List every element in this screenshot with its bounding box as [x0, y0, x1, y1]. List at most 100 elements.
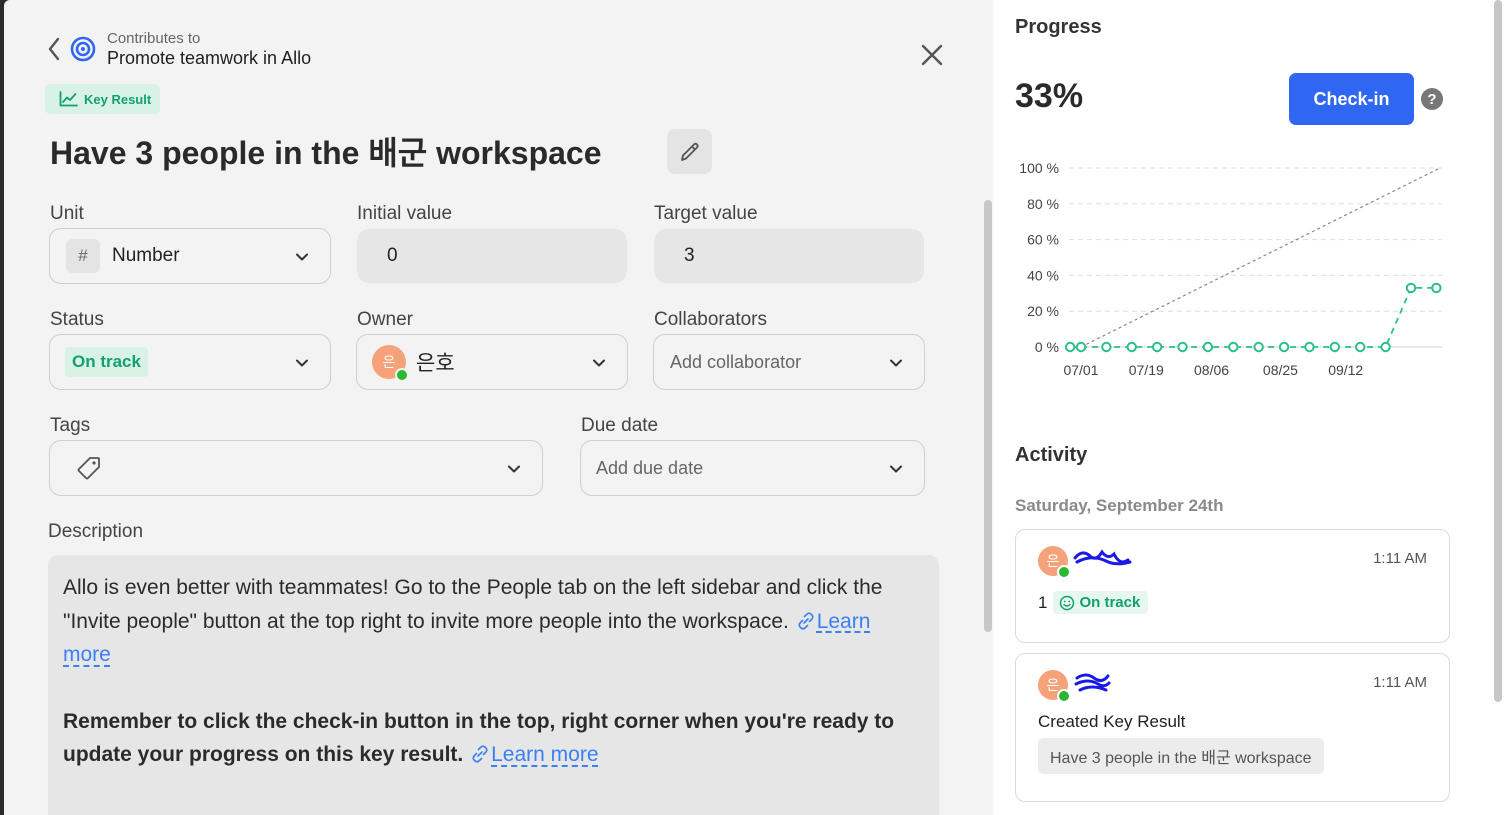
expected-progress-line [1080, 167, 1441, 348]
key-result-chip[interactable]: Have 3 people in the 배군 workspace [1038, 738, 1324, 774]
scrollbar[interactable] [1494, 0, 1502, 702]
description-paragraph: Allo is even better with teammates! Go t… [63, 571, 924, 672]
due-date-placeholder: Add due date [596, 457, 704, 478]
chevron-down-icon [890, 465, 902, 473]
breadcrumb: Contributes to Promote teamwork in Allo [44, 30, 311, 68]
status-select[interactable]: On track [49, 334, 331, 390]
y-tick-label: 60 % [1027, 232, 1059, 248]
user-avatar: 은 [1038, 546, 1071, 579]
y-tick-label: 40 % [1027, 267, 1059, 283]
data-point [1151, 341, 1163, 353]
contributes-to-label: Contributes to [107, 30, 201, 47]
scrollbar[interactable] [984, 200, 992, 632]
collaborators-select[interactable]: Add collaborator [653, 334, 925, 390]
data-point [1202, 341, 1214, 353]
chevron-down-icon [296, 253, 308, 261]
data-point [1304, 341, 1315, 353]
description-label: Description [48, 521, 144, 542]
y-tick-label: 100 % [1019, 160, 1059, 176]
key-result-badge-label: Key Result [84, 91, 152, 107]
smile-icon [1060, 595, 1075, 610]
data-point [1278, 341, 1290, 353]
details-panel: Contributes to Promote teamwork in Allo … [4, 0, 993, 815]
data-point [1126, 341, 1137, 353]
hash-icon: # [66, 239, 100, 273]
tag-icon [77, 457, 100, 480]
activity-date: Saturday, September 24th [1015, 496, 1224, 515]
actual-progress-line [1070, 287, 1437, 348]
owner-select[interactable]: 은 은호 [356, 334, 628, 390]
x-tick-label: 07/01 [1063, 362, 1098, 378]
objective-link[interactable]: Promote teamwork in Allo [107, 48, 311, 68]
initial-value-label: Initial value [357, 203, 453, 224]
target-value-label: Target value [654, 203, 758, 224]
key-result-badge: Key Result [45, 84, 161, 114]
edit-title-button[interactable] [667, 129, 712, 174]
key-result-modal: Contributes to Promote teamwork in Allo … [4, 0, 1504, 815]
due-date-select[interactable]: Add due date [580, 440, 925, 496]
data-point [1380, 341, 1391, 353]
unit-select[interactable]: # Number [49, 228, 331, 284]
x-tick-label: 09/12 [1328, 362, 1363, 378]
description-paragraph: Remember to click the check-in button in… [63, 705, 924, 772]
chevron-down-icon [593, 359, 605, 367]
initial-value-input[interactable]: 0 [357, 229, 627, 283]
due-date-label: Due date [581, 415, 659, 436]
y-tick-label: 80 % [1027, 196, 1059, 212]
owner-name: 은호 [416, 352, 455, 375]
initial-value-text: 0 [387, 245, 398, 266]
owner-label: Owner [357, 309, 413, 330]
description-editor[interactable]: Allo is even better with teammates! Go t… [48, 555, 939, 815]
x-tick-label: 08/25 [1263, 362, 1298, 378]
breadcrumb-text[interactable]: Contributes to Promote teamwork in Allo [107, 30, 311, 68]
checkin-value: 1 [1038, 592, 1048, 612]
data-point [1101, 341, 1112, 353]
collaborators-label: Collaborators [654, 309, 767, 330]
online-status-dot [1057, 689, 1071, 703]
y-tick-label: 20 % [1027, 303, 1059, 319]
online-status-dot [395, 368, 409, 382]
collaborators-placeholder: Add collaborator [670, 351, 802, 372]
objective-target-icon [70, 36, 96, 62]
check-in-button[interactable]: Check-in [1289, 73, 1414, 125]
progress-panel: Progress 33% Check-in ? 100 % 80 % 60 % 40 … [993, 0, 1504, 815]
activity-text: Created Key Result [1038, 712, 1186, 731]
x-tick-label: 07/19 [1129, 362, 1164, 378]
help-icon[interactable]: ? [1421, 88, 1443, 110]
activity-time: 1:11 AM [1373, 674, 1427, 691]
back-chevron-icon[interactable] [44, 34, 64, 64]
data-point [1329, 341, 1341, 353]
link-icon [472, 745, 488, 763]
tags-select[interactable] [49, 440, 543, 496]
data-point [1405, 282, 1417, 294]
status-badge: On track [1053, 591, 1149, 614]
progress-chart: 100 % 80 % 60 % 40 % 20 % 0 %07/01 07/19 08/06 0… [1019, 160, 1442, 378]
data-point [1431, 282, 1442, 294]
data-point [1177, 341, 1188, 353]
x-tick-label: 08/06 [1194, 362, 1229, 378]
target-value-input[interactable]: 3 [654, 229, 924, 283]
owner-avatar: 은 [372, 345, 409, 382]
data-point [1355, 341, 1366, 353]
key-result-title[interactable]: Have 3 people in the 배군 workspace [50, 128, 602, 174]
activity-time: 1:11 AM [1373, 550, 1427, 567]
close-icon[interactable] [917, 40, 947, 70]
chevron-down-icon [890, 359, 902, 367]
data-point [1253, 341, 1264, 353]
learn-more-link[interactable]: Learn more [491, 743, 598, 766]
tags-label: Tags [50, 415, 91, 436]
status-badge: On track [65, 347, 148, 377]
activity-card-checkin: 은 1:11 AM 1 On track [1015, 529, 1450, 643]
data-point [1228, 341, 1239, 353]
status-label: Status [50, 309, 104, 330]
progress-heading: Progress [1015, 16, 1102, 38]
description-text: Allo is even better with teammates! Go t… [63, 576, 883, 633]
chevron-down-icon [296, 359, 308, 367]
data-point [1064, 341, 1076, 353]
activity-card-created: 은 1:11 AM Created Key Result Have 3 peop… [1015, 653, 1450, 802]
y-tick-label: 0 % [1035, 339, 1059, 355]
checkin-summary: 1 On track [1038, 591, 1149, 614]
target-value-text: 3 [684, 245, 695, 266]
user-avatar: 은 [1038, 670, 1071, 703]
activity-heading: Activity [1015, 444, 1088, 466]
